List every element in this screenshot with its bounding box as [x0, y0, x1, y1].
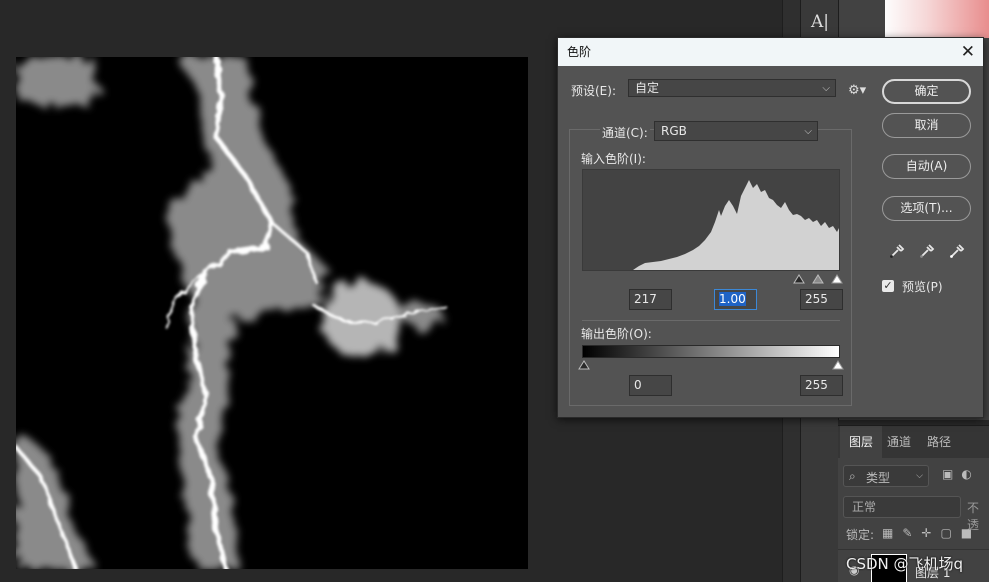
- input-gamma-field[interactable]: 1.00: [714, 289, 757, 310]
- histogram: [582, 169, 840, 271]
- black-eyedropper-icon[interactable]: [888, 242, 906, 260]
- auto-button[interactable]: 自动(A): [882, 154, 971, 179]
- channel-label: 通道(C):: [600, 124, 650, 141]
- gamma-handle[interactable]: [812, 274, 824, 284]
- output-gradient: [582, 345, 840, 358]
- channel-dropdown[interactable]: RGB ⌵: [654, 121, 818, 141]
- ok-button[interactable]: 确定: [882, 79, 971, 104]
- chevron-down-icon: ⌵: [916, 471, 923, 481]
- preset-value: 自定: [635, 81, 660, 95]
- channel-value: RGB: [661, 124, 687, 138]
- gamma-value: 1.00: [719, 292, 746, 306]
- input-black-field[interactable]: 217: [629, 289, 672, 310]
- layer-filter-dropdown[interactable]: ⌕ 类型 ⌵: [843, 465, 929, 487]
- black-point-handle[interactable]: [793, 274, 805, 284]
- output-white-field[interactable]: 255: [800, 375, 843, 396]
- color-picker-field[interactable]: [885, 0, 989, 38]
- lightning-image: [16, 57, 447, 569]
- chevron-down-icon: ⌵: [804, 126, 812, 137]
- histogram-graph: [633, 180, 839, 270]
- options-button[interactable]: 选项(T)...: [882, 196, 971, 221]
- dialog-title: 色阶: [567, 45, 592, 59]
- layers-panel-tabs: 图层 通道 路径: [838, 426, 989, 458]
- output-black-field[interactable]: 0: [629, 375, 672, 396]
- search-icon: ⌕: [849, 469, 856, 483]
- input-white-field[interactable]: 255: [800, 289, 843, 310]
- preview-checkbox[interactable]: ✓: [882, 280, 894, 292]
- tab-layers[interactable]: 图层: [840, 426, 883, 458]
- lock-label: 锁定:: [846, 528, 875, 542]
- cancel-button[interactable]: 取消: [882, 113, 971, 138]
- text-tool-icon[interactable]: A|: [805, 8, 835, 36]
- close-icon[interactable]: ✕: [961, 38, 975, 66]
- gear-icon[interactable]: ⚙▾: [848, 83, 866, 98]
- input-levels-label: 输入色阶(I):: [581, 152, 646, 166]
- lock-icons[interactable]: ▦✎✛▢■: [882, 526, 981, 540]
- output-white-handle[interactable]: [832, 360, 844, 370]
- filter-icons[interactable]: ▣◐: [942, 467, 980, 481]
- levels-dialog: 色阶 ✕ 预设(E): 自定 ⌵ ⚙▾ 通道(C): RGB ⌵ 输入色阶(I)…: [557, 37, 984, 418]
- preset-dropdown[interactable]: 自定 ⌵: [628, 79, 836, 97]
- watermark: CSDN @飞机场q: [846, 555, 964, 573]
- white-eyedropper-icon[interactable]: [948, 242, 966, 260]
- output-black-handle[interactable]: [578, 360, 590, 370]
- tab-channels[interactable]: 通道: [878, 426, 920, 458]
- output-levels-label: 输出色阶(O):: [581, 327, 652, 341]
- photoshop-workspace: A| 图层 通道 路径 ⌕ 类型 ⌵ ▣◐ 正常 不透 锁定: ▦✎✛▢■ ◉ …: [0, 0, 989, 582]
- input-slider-handles[interactable]: [792, 273, 844, 285]
- filter-label: 类型: [866, 471, 891, 485]
- output-slider-handles[interactable]: [578, 359, 846, 371]
- document-canvas[interactable]: [16, 57, 528, 569]
- gray-eyedropper-icon[interactable]: [918, 242, 936, 260]
- chevron-down-icon: ⌵: [822, 83, 830, 94]
- preview-label[interactable]: 预览(P): [902, 278, 943, 295]
- blend-mode-dropdown[interactable]: 正常: [843, 496, 961, 518]
- white-point-handle[interactable]: [831, 274, 843, 284]
- tab-paths[interactable]: 路径: [918, 426, 960, 458]
- preset-label: 预设(E):: [571, 84, 616, 98]
- dialog-titlebar: 色阶 ✕: [558, 38, 983, 66]
- divider: [582, 320, 840, 321]
